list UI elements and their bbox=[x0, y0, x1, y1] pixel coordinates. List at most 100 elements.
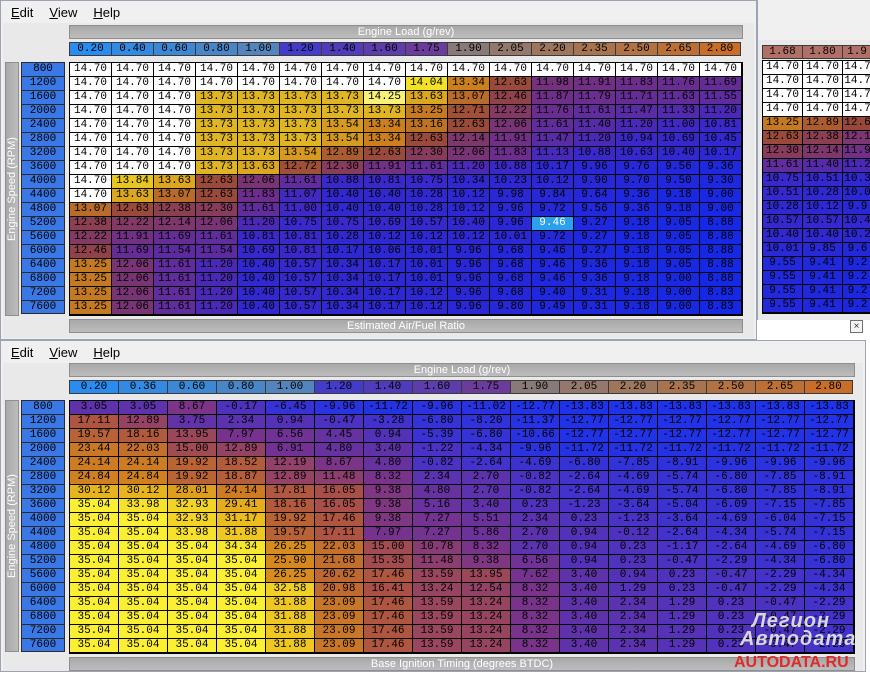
table-cell[interactable]: 10.88 bbox=[322, 175, 364, 189]
table-cell[interactable]: 13.73 bbox=[238, 119, 280, 133]
table-cell[interactable]: -13.83 bbox=[609, 401, 658, 415]
table-cell[interactable]: 31.88 bbox=[266, 625, 315, 639]
table-cell[interactable]: 14.70 bbox=[70, 119, 112, 133]
table-cell[interactable]: -13.83 bbox=[756, 401, 805, 415]
table-cell[interactable]: 1.29 bbox=[609, 583, 658, 597]
table-cell[interactable]: 9.96 bbox=[448, 259, 490, 273]
table-cell[interactable]: 12.89 bbox=[217, 443, 266, 457]
table-cell[interactable]: 9.00 bbox=[658, 273, 700, 287]
table-cell[interactable]: 10.57 bbox=[280, 301, 322, 315]
table-cell[interactable]: 2.34 bbox=[217, 415, 266, 429]
table-cell[interactable]: 14.70 bbox=[70, 147, 112, 161]
table-cell[interactable]: 18.16 bbox=[119, 429, 168, 443]
table-cell[interactable]: 13.73 bbox=[196, 161, 238, 175]
table-cell[interactable]: 14.70 bbox=[154, 133, 196, 147]
table-cell[interactable]: 14.70 bbox=[112, 105, 154, 119]
table-cell[interactable]: 13.73 bbox=[196, 105, 238, 119]
table-cell[interactable]: 13.73 bbox=[280, 133, 322, 147]
table-cell[interactable]: 8.67 bbox=[315, 457, 364, 471]
table-cell[interactable]: 8.88 bbox=[700, 217, 742, 231]
table-cell[interactable]: 10.06 bbox=[364, 245, 406, 259]
table-cell[interactable]: 9.96 bbox=[490, 203, 532, 217]
table-cell[interactable]: 19.57 bbox=[266, 527, 315, 541]
table-cell[interactable]: 8.88 bbox=[700, 259, 742, 273]
table-cell[interactable]: 10.57 bbox=[280, 259, 322, 273]
table-cell[interactable]: 11.20 bbox=[196, 273, 238, 287]
table-cell[interactable]: 10.81 bbox=[238, 231, 280, 245]
table-cell[interactable]: 10.75 bbox=[280, 217, 322, 231]
table-cell[interactable]: 9.76 bbox=[616, 161, 658, 175]
table-cell[interactable]: 29.41 bbox=[217, 499, 266, 513]
table-cell[interactable]: 17.46 bbox=[364, 611, 413, 625]
table-cell[interactable]: 9.98 bbox=[490, 189, 532, 203]
table-cell[interactable]: 11.61 bbox=[154, 273, 196, 287]
table-cell[interactable]: -5.39 bbox=[413, 429, 462, 443]
table-cell[interactable]: 35.04 bbox=[168, 541, 217, 555]
table-cell[interactable]: 11.83 bbox=[616, 77, 658, 91]
table-cell[interactable]: 14.70 bbox=[658, 63, 700, 77]
table-cell[interactable]: 21.68 bbox=[315, 555, 364, 569]
table-cell[interactable]: 14.70 bbox=[70, 175, 112, 189]
table-cell[interactable]: 11.20 bbox=[574, 133, 616, 147]
table-cell[interactable]: 10.28 bbox=[322, 231, 364, 245]
table-cell[interactable]: 12.46 bbox=[490, 91, 532, 105]
table-cell[interactable]: -5.74 bbox=[658, 485, 707, 499]
table-cell[interactable]: 32.58 bbox=[266, 583, 315, 597]
table-cell[interactable]: 12.30 bbox=[196, 203, 238, 217]
table-cell[interactable]: 9.49 bbox=[532, 301, 574, 315]
table-cell[interactable]: 10.23 bbox=[490, 175, 532, 189]
table-cell[interactable]: 9.31 bbox=[574, 301, 616, 315]
table-cell[interactable]: 13.25 bbox=[70, 273, 112, 287]
table-cell[interactable]: 35.04 bbox=[168, 611, 217, 625]
table-cell[interactable]: 10.45 bbox=[700, 133, 742, 147]
table-cell[interactable]: 14.70 bbox=[70, 91, 112, 105]
table-cell[interactable]: -3.64 bbox=[609, 499, 658, 513]
table-cell[interactable]: -11.02 bbox=[462, 401, 511, 415]
table-cell[interactable]: 11.54 bbox=[154, 245, 196, 259]
table-cell[interactable]: 11.71 bbox=[616, 91, 658, 105]
table-cell[interactable]: 9.36 bbox=[616, 189, 658, 203]
table-cell[interactable]: 12.63 bbox=[406, 133, 448, 147]
table-cell[interactable]: -0.82 bbox=[413, 457, 462, 471]
table-cell[interactable]: 23.09 bbox=[315, 597, 364, 611]
table-cell[interactable]: 9.72 bbox=[532, 203, 574, 217]
table-cell[interactable]: 35.04 bbox=[70, 611, 119, 625]
table-cell[interactable]: 14.70 bbox=[154, 105, 196, 119]
table-cell[interactable]: 11.98 bbox=[532, 77, 574, 91]
table-cell[interactable]: 9.72 bbox=[532, 231, 574, 245]
table-cell[interactable]: -3.64 bbox=[658, 513, 707, 527]
table-cell[interactable]: -12.77 bbox=[658, 429, 707, 443]
table-cell[interactable]: 24.14 bbox=[217, 485, 266, 499]
table-cell[interactable]: 8.32 bbox=[511, 583, 560, 597]
table-cell[interactable]: 19.92 bbox=[266, 513, 315, 527]
table-cell[interactable]: 10.40 bbox=[322, 189, 364, 203]
table-cell[interactable]: 9.05 bbox=[658, 245, 700, 259]
timing-value-grid[interactable]: 3.05 3.05 8.67 -0.17 -6.45 -9.96 -11.72 -9.96 -1… bbox=[69, 400, 855, 654]
table-cell[interactable]: 13.16 bbox=[406, 119, 448, 133]
table-cell[interactable]: 13.24 bbox=[462, 625, 511, 639]
table-cell[interactable]: 11.61 bbox=[238, 203, 280, 217]
table-cell[interactable]: 35.04 bbox=[119, 513, 168, 527]
table-cell[interactable]: 13.63 bbox=[238, 161, 280, 175]
table-cell[interactable]: 12.06 bbox=[448, 147, 490, 161]
table-cell[interactable]: 2.70 bbox=[462, 471, 511, 485]
table-cell[interactable]: 35.04 bbox=[217, 611, 266, 625]
table-cell[interactable]: 5.16 bbox=[413, 499, 462, 513]
table-cell[interactable]: 13.25 bbox=[70, 301, 112, 315]
table-cell[interactable]: 7.27 bbox=[413, 527, 462, 541]
table-cell[interactable]: 3.75 bbox=[168, 415, 217, 429]
table-cell[interactable]: 13.54 bbox=[280, 147, 322, 161]
table-cell[interactable]: -0.47 bbox=[315, 415, 364, 429]
table-cell[interactable]: -1.23 bbox=[609, 513, 658, 527]
table-cell[interactable]: 3.40 bbox=[560, 611, 609, 625]
table-cell[interactable]: 23.09 bbox=[315, 625, 364, 639]
table-cell[interactable]: -6.80 bbox=[413, 415, 462, 429]
table-cell[interactable]: 12.72 bbox=[280, 161, 322, 175]
table-cell[interactable]: 11.33 bbox=[658, 105, 700, 119]
table-cell[interactable]: -5.74 bbox=[658, 471, 707, 485]
table-cell[interactable]: 31.88 bbox=[266, 597, 315, 611]
table-cell[interactable]: 1.29 bbox=[658, 597, 707, 611]
table-cell[interactable]: 4.80 bbox=[315, 443, 364, 457]
table-cell[interactable]: 13.25 bbox=[70, 259, 112, 273]
table-cell[interactable]: 13.73 bbox=[238, 105, 280, 119]
